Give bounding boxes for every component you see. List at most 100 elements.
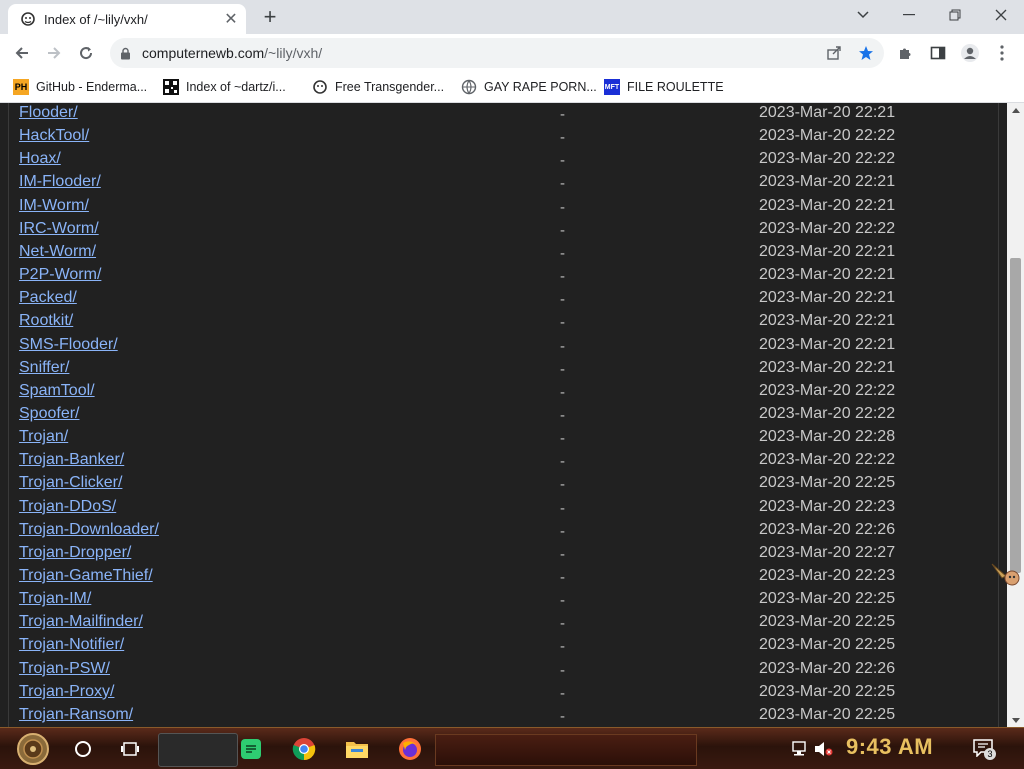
mf-icon: MFT bbox=[604, 79, 620, 95]
table-row: Trojan-GameThief/ - 2023-Mar-20 22:23 bbox=[0, 566, 1007, 589]
qr-icon bbox=[163, 79, 179, 95]
scroll-up-arrow-icon[interactable] bbox=[1007, 103, 1024, 117]
scrollbar-thumb[interactable] bbox=[1010, 258, 1021, 573]
profile-avatar-icon[interactable] bbox=[956, 39, 984, 67]
minimize-icon[interactable] bbox=[894, 4, 924, 26]
directory-link[interactable]: SMS-Flooder/ bbox=[19, 335, 118, 355]
directory-link[interactable]: Sniffer/ bbox=[19, 358, 69, 378]
bookmark-item[interactable]: GAY RAPE PORN... bbox=[461, 78, 597, 96]
table-row: SpamTool/ - 2023-Mar-20 22:22 bbox=[0, 381, 1007, 404]
directory-link[interactable]: SpamTool/ bbox=[19, 381, 95, 401]
table-row: Net-Worm/ - 2023-Mar-20 22:21 bbox=[0, 242, 1007, 265]
bookmark-label: Index of ~dartz/i... bbox=[186, 80, 286, 94]
table-row: SMS-Flooder/ - 2023-Mar-20 22:21 bbox=[0, 335, 1007, 358]
file-size: - bbox=[560, 522, 565, 540]
url-text[interactable]: computernewb.com/~lily/vxh/ bbox=[142, 45, 322, 61]
file-size: - bbox=[560, 406, 565, 424]
close-tab-icon[interactable]: ✕ bbox=[222, 10, 240, 28]
firefox-icon[interactable] bbox=[393, 732, 427, 766]
file-explorer-icon[interactable] bbox=[340, 732, 374, 766]
directory-link[interactable]: Flooder/ bbox=[19, 103, 78, 123]
file-size: - bbox=[560, 221, 565, 239]
table-row: Spoofer/ - 2023-Mar-20 22:22 bbox=[0, 404, 1007, 427]
table-row: Trojan-Dropper/ - 2023-Mar-20 22:27 bbox=[0, 543, 1007, 566]
reload-icon[interactable] bbox=[72, 39, 100, 67]
modified-date: 2023-Mar-20 22:25 bbox=[759, 590, 896, 608]
notes-app-icon[interactable] bbox=[234, 732, 268, 766]
directory-link[interactable]: Trojan-Ransom/ bbox=[19, 705, 133, 725]
extensions-puzzle-icon[interactable] bbox=[892, 39, 920, 67]
tab-search-chevron-icon[interactable] bbox=[848, 4, 878, 26]
table-row: Trojan-Downloader/ - 2023-Mar-20 22:26 bbox=[0, 520, 1007, 543]
directory-link[interactable]: Spoofer/ bbox=[19, 404, 79, 424]
directory-link[interactable]: IRC-Worm/ bbox=[19, 219, 99, 239]
directory-link[interactable]: P2P-Worm/ bbox=[19, 265, 101, 285]
table-row: Trojan-Clicker/ - 2023-Mar-20 22:25 bbox=[0, 473, 1007, 496]
directory-link[interactable]: Trojan-Notifier/ bbox=[19, 635, 124, 655]
clock[interactable]: 9:43 AM bbox=[846, 734, 933, 760]
bookmark-star-icon[interactable] bbox=[854, 38, 878, 68]
directory-link[interactable]: Trojan/ bbox=[19, 427, 68, 447]
close-window-icon[interactable] bbox=[986, 4, 1016, 26]
directory-link[interactable]: Hoax/ bbox=[19, 149, 61, 169]
modified-date: 2023-Mar-20 22:22 bbox=[759, 150, 896, 168]
directory-link[interactable]: Trojan-PSW/ bbox=[19, 659, 110, 679]
bookmark-item[interactable]: Index of ~dartz/i... bbox=[163, 78, 286, 96]
bookmark-label: GitHub - Enderma... bbox=[36, 80, 148, 94]
directory-link[interactable]: Trojan-Proxy/ bbox=[19, 682, 114, 702]
modified-date: 2023-Mar-20 22:25 bbox=[759, 705, 896, 723]
directory-link[interactable]: Trojan-Dropper/ bbox=[19, 543, 131, 563]
start-button[interactable] bbox=[8, 730, 58, 767]
side-panel-icon[interactable] bbox=[924, 39, 952, 67]
tab-active[interactable]: Index of /~lily/vxh/ ✕ bbox=[8, 4, 246, 34]
directory-link[interactable]: Trojan-Downloader/ bbox=[19, 520, 159, 540]
taskbar-search-area[interactable] bbox=[158, 733, 238, 767]
share-icon[interactable] bbox=[822, 38, 846, 68]
modified-date: 2023-Mar-20 22:25 bbox=[759, 682, 896, 700]
menu-kebab-icon[interactable] bbox=[988, 39, 1016, 67]
forward-arrow-icon[interactable] bbox=[40, 39, 68, 67]
new-tab-icon[interactable]: + bbox=[258, 4, 282, 29]
address-bar[interactable]: computernewb.com/~lily/vxh/ bbox=[110, 38, 884, 68]
vertical-scrollbar[interactable] bbox=[1007, 103, 1024, 727]
directory-link[interactable]: Trojan-Mailfinder/ bbox=[19, 612, 143, 632]
directory-link[interactable]: IM-Flooder/ bbox=[19, 172, 101, 192]
directory-link[interactable]: HackTool/ bbox=[19, 126, 89, 146]
scroll-down-arrow-icon[interactable] bbox=[1007, 713, 1024, 727]
directory-link[interactable]: Trojan-IM/ bbox=[19, 589, 91, 609]
back-arrow-icon[interactable] bbox=[8, 39, 36, 67]
modified-date: 2023-Mar-20 22:21 bbox=[759, 242, 896, 260]
table-row: Trojan-DDoS/ - 2023-Mar-20 22:23 bbox=[0, 497, 1007, 520]
directory-link[interactable]: Packed/ bbox=[19, 288, 77, 308]
directory-link[interactable]: Net-Worm/ bbox=[19, 242, 96, 262]
table-row: HackTool/ - 2023-Mar-20 22:22 bbox=[0, 126, 1007, 149]
table-row: Rootkit/ - 2023-Mar-20 22:21 bbox=[0, 311, 1007, 334]
chrome-icon[interactable] bbox=[287, 732, 321, 766]
table-row: Trojan-Notifier/ - 2023-Mar-20 22:25 bbox=[0, 635, 1007, 658]
file-size: - bbox=[560, 198, 565, 216]
table-row: IRC-Worm/ - 2023-Mar-20 22:22 bbox=[0, 219, 1007, 242]
bookmark-item[interactable]: Free Transgender... bbox=[312, 78, 444, 96]
restore-icon[interactable] bbox=[940, 4, 970, 26]
directory-link[interactable]: Trojan-DDoS/ bbox=[19, 497, 116, 517]
directory-link[interactable]: Rootkit/ bbox=[19, 311, 73, 331]
modified-date: 2023-Mar-20 22:26 bbox=[759, 520, 896, 538]
lock-icon[interactable] bbox=[120, 46, 132, 60]
directory-link[interactable]: Trojan-Banker/ bbox=[19, 450, 124, 470]
bookmark-item[interactable]: PH GitHub - Enderma... bbox=[13, 78, 147, 96]
directory-link[interactable]: Trojan-Clicker/ bbox=[19, 473, 122, 493]
cortana-icon[interactable] bbox=[66, 732, 100, 766]
modified-date: 2023-Mar-20 22:25 bbox=[759, 636, 896, 654]
bookmark-item[interactable]: MFT FILE ROULETTE bbox=[604, 78, 724, 96]
file-size: - bbox=[560, 268, 565, 286]
modified-date: 2023-Mar-20 22:21 bbox=[759, 358, 896, 376]
directory-link[interactable]: IM-Worm/ bbox=[19, 196, 89, 216]
table-row: IM-Worm/ - 2023-Mar-20 22:21 bbox=[0, 196, 1007, 219]
table-row: IM-Flooder/ - 2023-Mar-20 22:21 bbox=[0, 172, 1007, 195]
taskbar: 9:43 AM 3 bbox=[0, 727, 1024, 769]
task-view-icon[interactable] bbox=[113, 732, 147, 766]
directory-link[interactable]: Trojan-GameThief/ bbox=[19, 566, 153, 586]
monkey-icon bbox=[20, 11, 36, 27]
volume-muted-icon[interactable] bbox=[806, 732, 840, 766]
tab-title: Index of /~lily/vxh/ bbox=[44, 11, 148, 27]
